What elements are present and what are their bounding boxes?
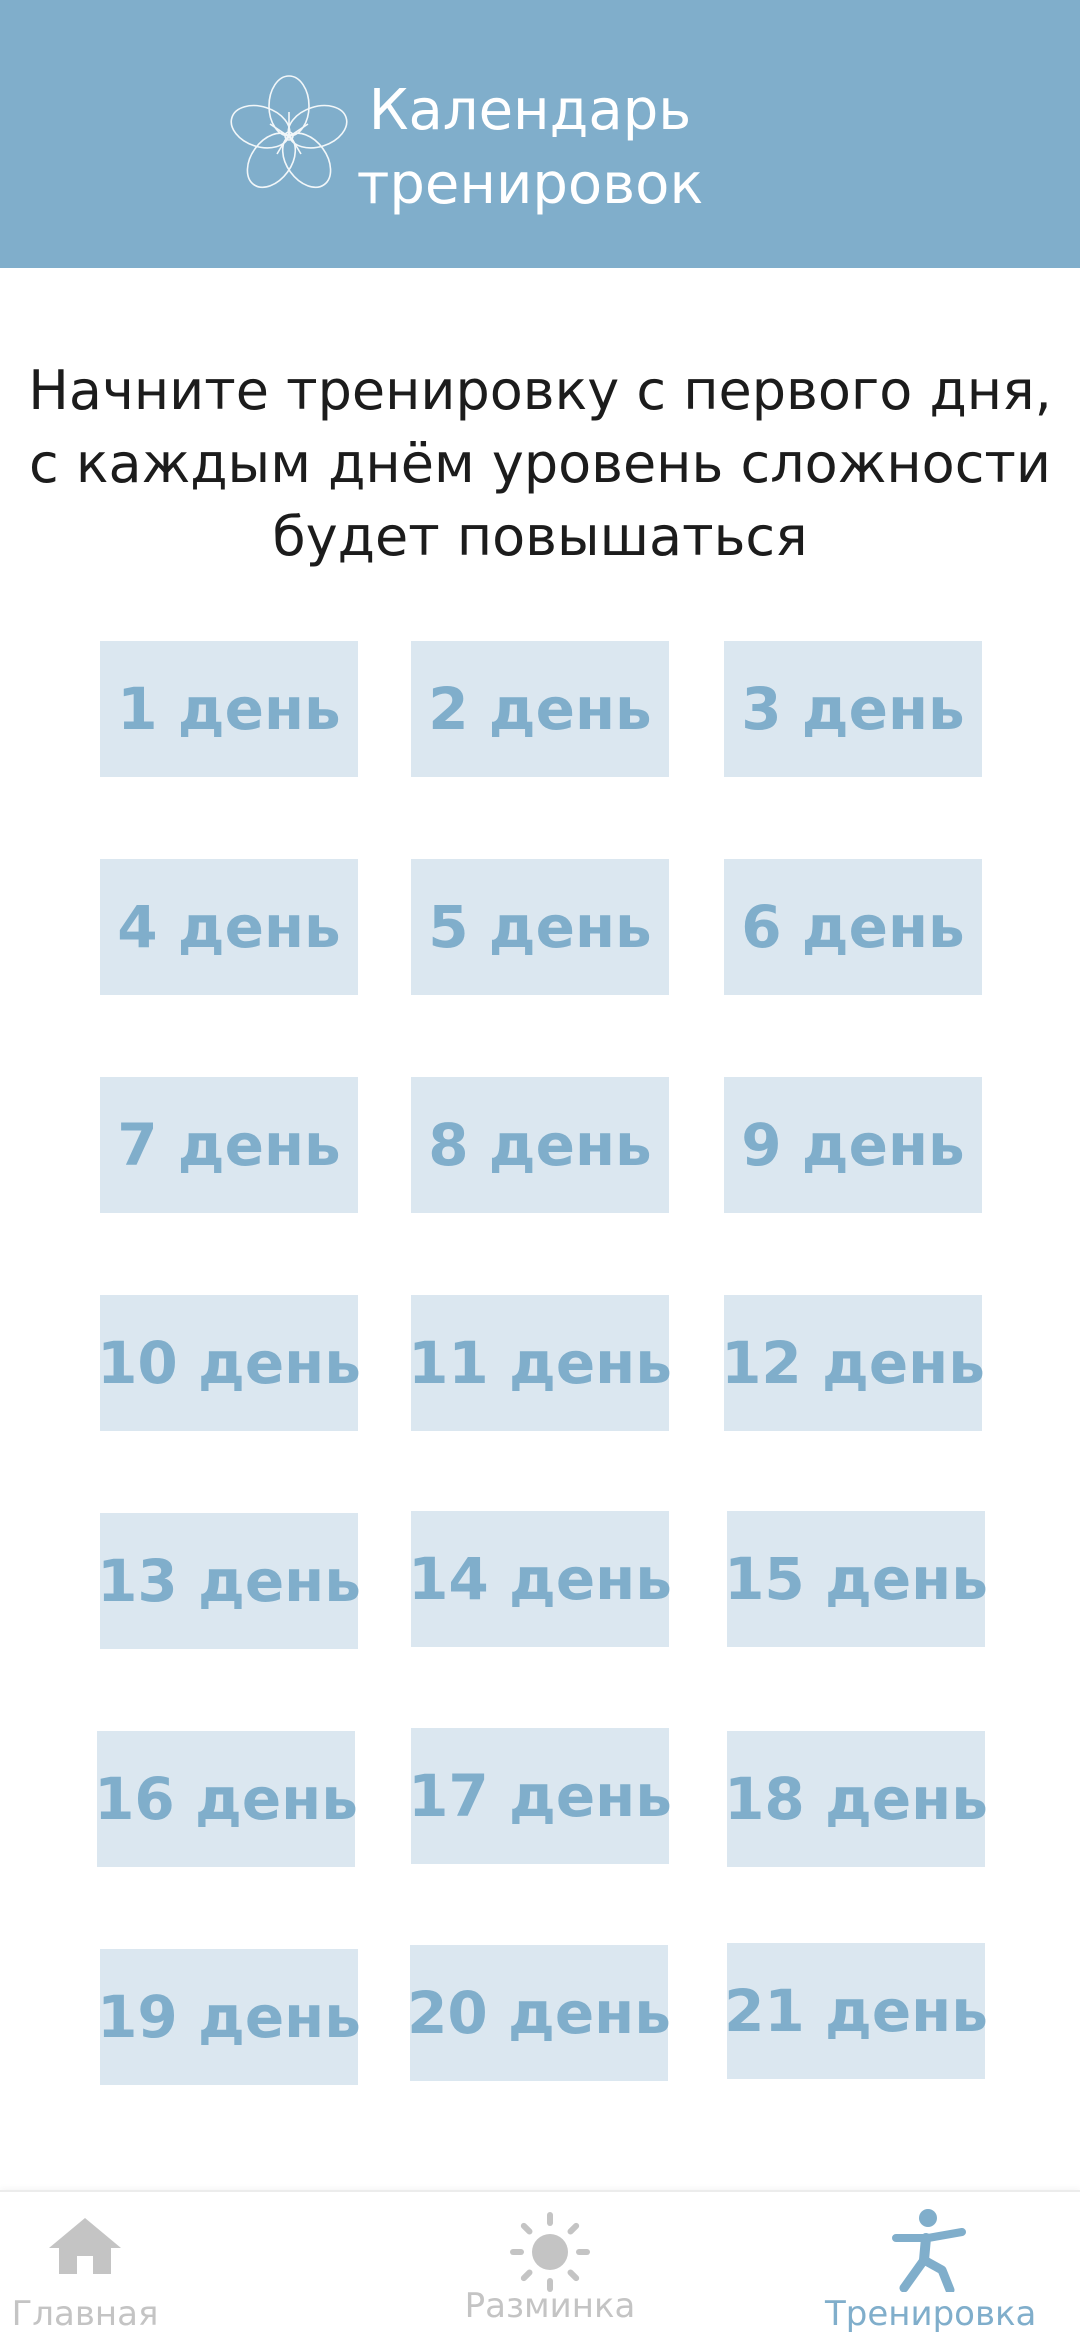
page-title-line2: тренировок: [356, 152, 704, 217]
day-9-button[interactable]: 9 день: [724, 1077, 982, 1213]
intro-line3: будет повышаться: [272, 505, 808, 568]
header-bar: Календарь тренировок: [0, 0, 1080, 268]
day-17-button[interactable]: 17 день: [408, 1728, 672, 1864]
intro-line1: Начните тренировку с первого дня,: [28, 359, 1052, 422]
nav-item-training[interactable]: Тренировка: [825, 2192, 1037, 2340]
day-16-button[interactable]: 16 день: [94, 1731, 358, 1867]
app-screen: Календарь тренировок Начните тренировку …: [0, 0, 1080, 2340]
day-13-button[interactable]: 13 день: [97, 1513, 361, 1649]
day-5-button[interactable]: 5 день: [411, 859, 669, 995]
day-19-button[interactable]: 19 день: [97, 1949, 361, 2085]
nav-item-home[interactable]: Главная: [0, 2192, 170, 2340]
day-11-button[interactable]: 11 день: [408, 1295, 672, 1431]
day-15-button[interactable]: 15 день: [724, 1511, 988, 1647]
nav-label-warmup: Разминка: [464, 2286, 636, 2326]
day-1-button[interactable]: 1 день: [100, 641, 358, 777]
day-2-button[interactable]: 2 день: [411, 641, 669, 777]
bottom-nav-bar: Главная Разминка Тренировка: [0, 2190, 1080, 2340]
day-7-button[interactable]: 7 день: [100, 1077, 358, 1213]
day-20-button[interactable]: 20 день: [407, 1945, 671, 2081]
day-4-button[interactable]: 4 день: [100, 859, 358, 995]
day-8-button[interactable]: 8 день: [411, 1077, 669, 1213]
day-10-button[interactable]: 10 день: [97, 1295, 361, 1431]
page-title-line1: Календарь: [368, 78, 692, 143]
nav-label-home: Главная: [11, 2294, 159, 2334]
day-3-button[interactable]: 3 день: [724, 641, 982, 777]
day-12-button[interactable]: 12 день: [721, 1295, 985, 1431]
day-6-button[interactable]: 6 день: [724, 859, 982, 995]
flower-icon: [230, 75, 348, 189]
intro-line2: с каждым днём уровень сложности: [29, 432, 1051, 495]
nav-item-warmup[interactable]: Разминка: [460, 2192, 640, 2340]
nav-label-training: Тренировка: [825, 2294, 1037, 2334]
home-icon: [49, 2218, 121, 2274]
sun-icon: [510, 2212, 590, 2292]
intro-text: Начните тренировку с первого дня, с кажд…: [0, 354, 1080, 573]
day-18-button[interactable]: 18 день: [724, 1731, 988, 1867]
yoga-figure-icon: [892, 2209, 966, 2292]
day-21-button[interactable]: 21 день: [724, 1943, 988, 2079]
day-14-button[interactable]: 14 день: [408, 1511, 672, 1647]
page-title: Календарь тренировок: [340, 74, 720, 222]
